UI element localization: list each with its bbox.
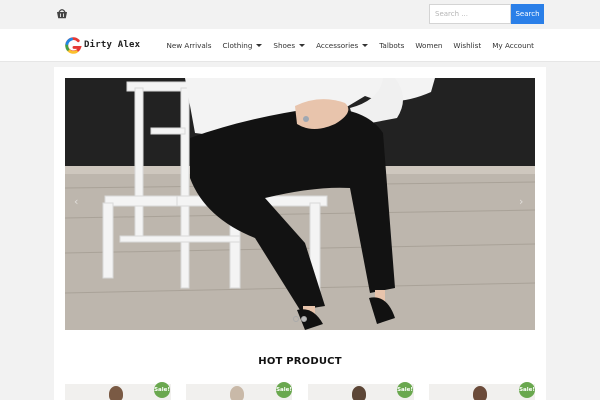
product-image	[109, 386, 123, 400]
chevron-down-icon	[299, 43, 306, 47]
top-bar: Search	[0, 0, 600, 29]
g-logo-icon	[65, 36, 82, 54]
search-button[interactable]: Search	[511, 4, 544, 24]
sale-badge: Sale!	[154, 382, 170, 398]
sale-badge: Sale!	[276, 382, 292, 398]
sale-badge: Sale!	[397, 382, 413, 398]
nav-clothing[interactable]: Clothing	[223, 41, 263, 50]
product-image	[473, 386, 487, 400]
brand-logo[interactable]: Dirty Alex	[64, 35, 140, 55]
section-title-hot-product: HOT PRODUCT	[258, 356, 342, 367]
basket-icon[interactable]	[56, 8, 68, 19]
search-input[interactable]	[429, 4, 511, 24]
product-image	[352, 386, 366, 400]
slider-pagination	[293, 316, 309, 322]
nav-new-arrivals[interactable]: New Arrivals	[166, 41, 211, 50]
nav-women[interactable]: Women	[415, 41, 442, 50]
sale-badge: Sale!	[519, 382, 535, 398]
brand-name: Dirty Alex	[84, 40, 141, 50]
chevron-down-icon	[256, 43, 263, 47]
site-header: Dirty Alex New Arrivals Clothing Shoes A…	[0, 29, 600, 62]
hero-image	[65, 78, 535, 330]
hero-slider[interactable]	[65, 78, 535, 330]
main-nav: New Arrivals Clothing Shoes Accessories …	[155, 29, 534, 61]
nav-shoes[interactable]: Shoes	[273, 41, 306, 50]
slider-dot-1[interactable]	[293, 316, 299, 322]
nav-accessories[interactable]: Accessories	[316, 41, 369, 50]
product-image	[230, 386, 244, 400]
slider-prev-arrow[interactable]: ‹	[74, 195, 78, 208]
slider-dot-2[interactable]	[301, 316, 307, 322]
nav-my-account[interactable]: My Account	[492, 41, 534, 50]
chevron-down-icon	[362, 43, 369, 47]
slider-next-arrow[interactable]: ›	[519, 195, 523, 208]
nav-wishlist[interactable]: Wishlist	[453, 41, 481, 50]
nav-talbots[interactable]: Talbots	[379, 41, 404, 50]
